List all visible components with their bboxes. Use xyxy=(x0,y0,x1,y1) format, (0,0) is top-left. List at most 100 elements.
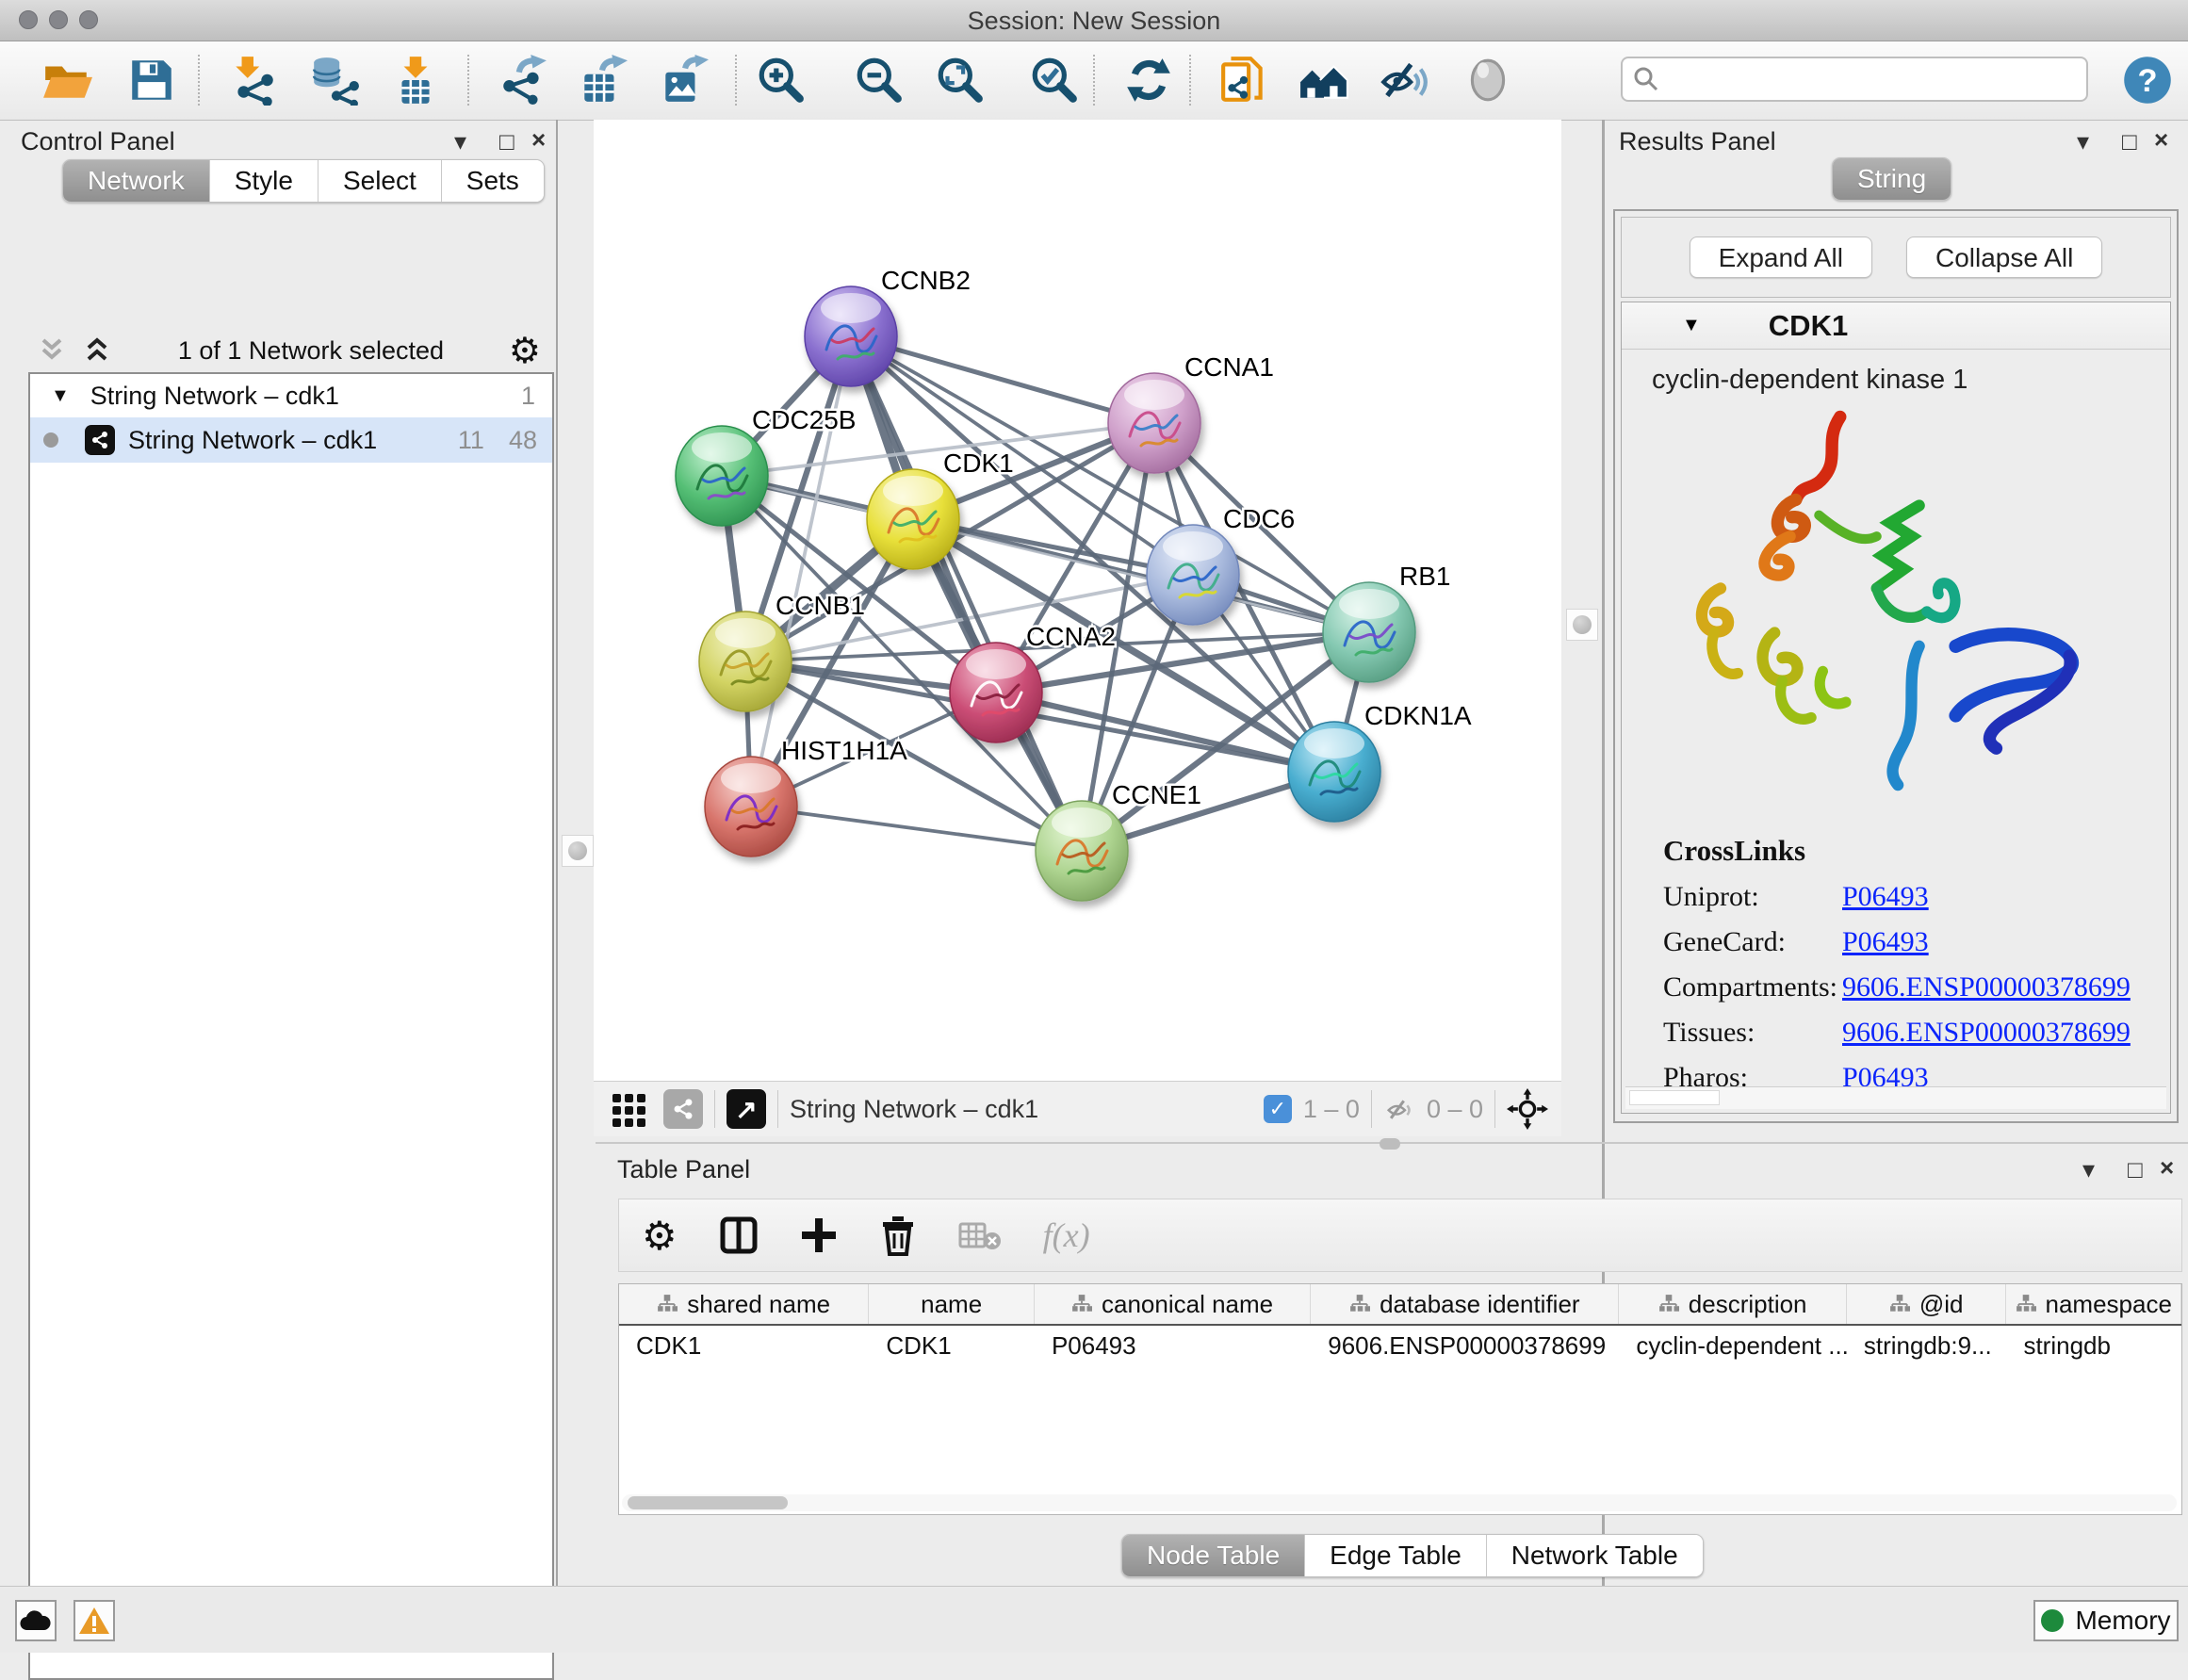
table-horizontal-scrollbar[interactable] xyxy=(622,1494,2177,1511)
network-node-CDK1[interactable]: CDK1 xyxy=(867,449,1014,569)
scrollbar-thumb[interactable] xyxy=(1629,1090,1720,1105)
tab-string[interactable]: String xyxy=(1833,158,1951,200)
table-settings-gear-icon[interactable]: ⚙ xyxy=(642,1213,678,1259)
home-networks-button[interactable] xyxy=(1295,51,1353,109)
network-node-HIST1H1A[interactable]: HIST1H1A xyxy=(705,736,907,856)
panel-menu-icon[interactable]: ▾ xyxy=(2077,127,2089,155)
gear-icon[interactable]: ⚙ xyxy=(509,330,541,372)
table-cell[interactable]: CDK1 xyxy=(619,1326,869,1365)
zoom-selected-button[interactable] xyxy=(1025,51,1084,109)
table-cell[interactable]: CDK1 xyxy=(869,1326,1035,1365)
column-header-database-identifier[interactable]: database identifier xyxy=(1311,1284,1619,1324)
collection-expander-icon[interactable]: ▼ xyxy=(51,385,70,407)
warnings-button[interactable] xyxy=(73,1600,115,1641)
network-edge[interactable] xyxy=(751,807,1082,851)
tab-network[interactable]: Network xyxy=(63,160,210,202)
table-row[interactable]: CDK1CDK1P064939606.ENSP00000378699cyclin… xyxy=(619,1326,2181,1365)
crosslink-genecard-link[interactable]: P06493 xyxy=(1842,926,1929,957)
control-panel-title: Control Panel xyxy=(21,127,175,156)
gray-orb-icon xyxy=(1462,55,1513,106)
apply-layout-button[interactable] xyxy=(1119,51,1178,109)
scrollbar-thumb[interactable] xyxy=(628,1496,788,1509)
add-column-icon[interactable] xyxy=(800,1216,838,1254)
cloud-status-button[interactable] xyxy=(15,1600,57,1641)
memory-button[interactable]: Memory xyxy=(2033,1600,2179,1641)
collapse-all-button[interactable]: Collapse All xyxy=(1906,237,2102,278)
tab-sets[interactable]: Sets xyxy=(442,160,544,202)
network-edge[interactable] xyxy=(851,336,1082,851)
expand-all-button[interactable]: Expand All xyxy=(1690,237,1872,278)
network-node-CCNA1[interactable]: CCNA1 xyxy=(1108,352,1274,473)
network-node-RB1[interactable]: RB1 xyxy=(1323,562,1450,682)
network-row[interactable]: String Network – cdk1 11 48 xyxy=(30,417,552,463)
export-network-button[interactable] xyxy=(494,51,552,109)
collapse-all-chevrons-icon[interactable] xyxy=(81,336,113,365)
selected-checkbox-icon[interactable]: ✓ xyxy=(1264,1095,1292,1123)
table-cell[interactable]: stringdb:9... xyxy=(1847,1326,2007,1365)
grid-mode-icon[interactable] xyxy=(611,1090,648,1128)
export-table-button[interactable] xyxy=(573,51,631,109)
network-node-CDKN1A[interactable]: CDKN1A xyxy=(1288,701,1472,822)
panel-menu-icon[interactable]: ▾ xyxy=(2082,1155,2095,1183)
column-header-description[interactable]: description xyxy=(1619,1284,1846,1324)
tab-node-table[interactable]: Node Table xyxy=(1122,1535,1305,1576)
right-splitter-handle[interactable] xyxy=(1566,609,1598,641)
table-panel-title: Table Panel xyxy=(617,1155,750,1184)
hide-unhide-button[interactable] xyxy=(1376,51,1434,109)
gene-accordion-header[interactable]: ▼ CDK1 xyxy=(1622,302,2170,350)
import-network-button[interactable] xyxy=(224,51,283,109)
panel-float-icon[interactable]: □ xyxy=(2128,1155,2143,1183)
crosslink-compartments-link[interactable]: 9606.ENSP00000378699 xyxy=(1842,971,2131,1003)
panel-menu-icon[interactable]: ▾ xyxy=(454,127,466,155)
results-horizontal-scrollbar[interactable] xyxy=(1625,1086,2166,1109)
toolbar-separator xyxy=(1189,55,1191,106)
left-splitter-handle[interactable] xyxy=(562,835,594,867)
panel-float-icon[interactable]: □ xyxy=(2122,127,2137,155)
table-cell[interactable]: stringdb xyxy=(2006,1326,2181,1365)
tab-edge-table[interactable]: Edge Table xyxy=(1305,1535,1487,1576)
column-header-name[interactable]: name xyxy=(869,1284,1035,1324)
search-input[interactable] xyxy=(1660,65,2077,94)
network-canvas[interactable]: CCNB2CCNA1CDC25BCDK1CDC6RB1CCNB1CCNA2CDK… xyxy=(594,120,1561,1081)
panel-close-icon[interactable]: × xyxy=(2160,1153,2174,1182)
delete-column-icon[interactable] xyxy=(879,1215,917,1256)
zoom-in-button[interactable] xyxy=(752,51,810,109)
column-header--id[interactable]: @id xyxy=(1847,1284,2007,1324)
save-session-button[interactable] xyxy=(122,51,181,109)
network-edge[interactable] xyxy=(996,693,1334,772)
crosslink-tissues-link[interactable]: 9606.ENSP00000378699 xyxy=(1842,1017,2131,1048)
help-button[interactable]: ? xyxy=(2118,51,2177,109)
search-box[interactable] xyxy=(1621,57,2088,102)
import-network-from-database-button[interactable] xyxy=(305,51,364,109)
table-cell[interactable]: P06493 xyxy=(1035,1326,1311,1365)
open-session-button[interactable] xyxy=(38,51,96,109)
column-header-namespace[interactable]: namespace xyxy=(2006,1284,2181,1324)
expand-all-chevrons-icon[interactable] xyxy=(36,336,68,365)
show-columns-icon[interactable] xyxy=(719,1215,759,1255)
birds-eye-view-icon[interactable]: ↗ xyxy=(727,1089,766,1129)
document-share-icon xyxy=(1219,55,1270,106)
accordion-expander-icon[interactable]: ▼ xyxy=(1682,315,1701,336)
network-collection-row[interactable]: ▼ String Network – cdk1 1 xyxy=(30,374,552,417)
network-from-document-button[interactable] xyxy=(1216,51,1274,109)
column-header-shared-name[interactable]: shared name xyxy=(619,1284,869,1324)
zoom-out-button[interactable] xyxy=(850,51,908,109)
panel-close-icon[interactable]: × xyxy=(2154,125,2168,154)
export-image-button[interactable] xyxy=(654,51,712,109)
panel-float-icon[interactable]: □ xyxy=(499,127,514,155)
table-cell[interactable]: cyclin-dependent ... xyxy=(1619,1326,1846,1365)
panel-close-icon[interactable]: × xyxy=(531,125,546,154)
crosslink-row: Tissues:9606.ENSP00000378699 xyxy=(1663,1017,2170,1049)
crosslink-uniprot-link[interactable]: P06493 xyxy=(1842,881,1929,912)
tab-network-table[interactable]: Network Table xyxy=(1487,1535,1703,1576)
zoom-fit-button[interactable] xyxy=(931,51,989,109)
show-graphics-details-button[interactable] xyxy=(1459,51,1517,109)
table-cell[interactable]: 9606.ENSP00000378699 xyxy=(1311,1326,1619,1365)
string-view-icon[interactable] xyxy=(663,1089,703,1129)
pan-crosshair-icon[interactable] xyxy=(1507,1088,1548,1130)
tab-select[interactable]: Select xyxy=(318,160,442,202)
import-table-button[interactable] xyxy=(386,51,445,109)
tab-style[interactable]: Style xyxy=(210,160,318,202)
zoom-in-icon xyxy=(756,55,807,106)
column-header-canonical-name[interactable]: canonical name xyxy=(1035,1284,1311,1324)
